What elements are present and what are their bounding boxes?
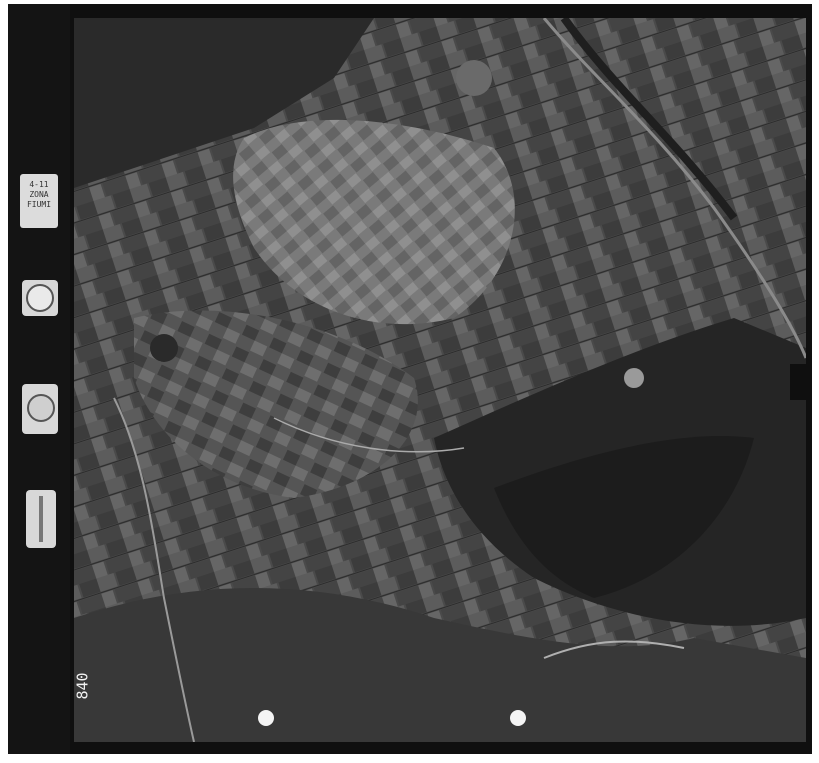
clock-gauge: [22, 280, 58, 316]
label-line-1: 4-11: [29, 180, 49, 189]
altimeter-gauge: [22, 384, 58, 434]
frame-number: 840: [73, 672, 92, 700]
film-frame: 4-11 ZONA FIUMI 840: [8, 4, 812, 754]
flight-label-card: 4-11 ZONA FIUMI: [20, 174, 58, 228]
clock-dial-icon: [26, 284, 54, 312]
label-line-2: ZONA: [29, 190, 49, 199]
level-scale-icon: [39, 496, 43, 542]
aerial-photo: [74, 18, 806, 742]
label-line-3: FIUMI: [26, 200, 52, 209]
fiducial-notch-right: [790, 364, 812, 400]
registration-hole-left: [258, 710, 274, 726]
registration-hole-right: [510, 710, 526, 726]
altimeter-dial-icon: [27, 394, 55, 422]
terrain-image: [74, 18, 806, 742]
fiducial-notch-top: [418, 4, 458, 18]
level-gauge: [26, 490, 56, 548]
instrument-strip: [8, 4, 70, 754]
